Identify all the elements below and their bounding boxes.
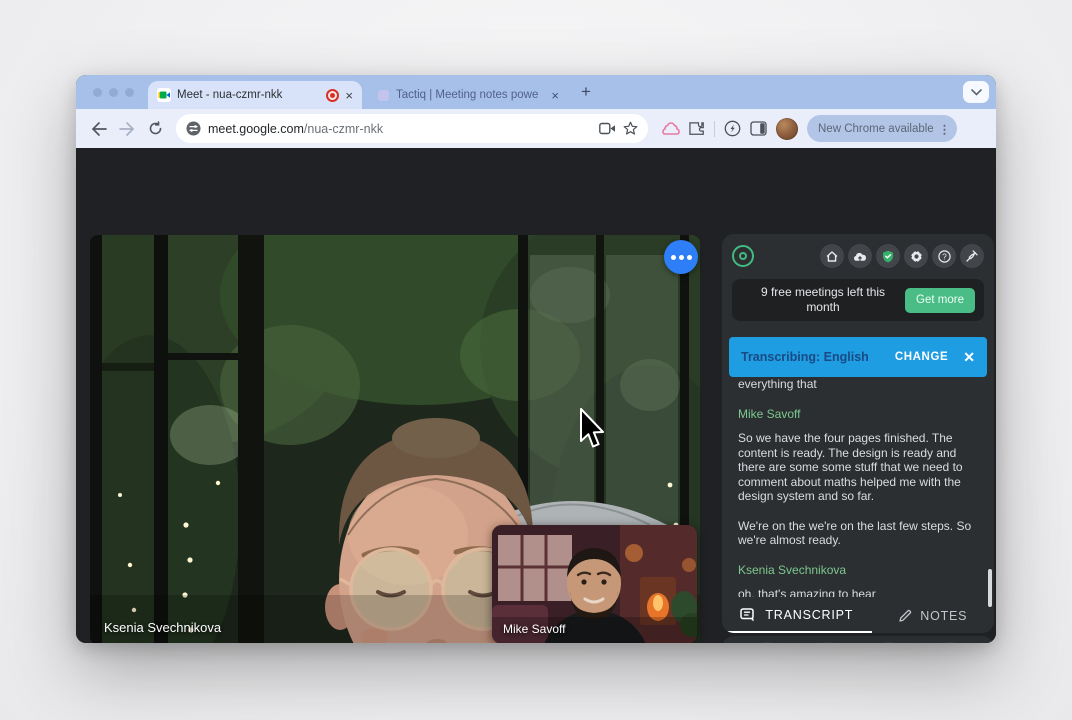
close-banner-icon[interactable]: ✕ (963, 349, 975, 366)
bookmark-star-icon[interactable] (623, 121, 638, 136)
browser-toolbar: meet.google.com/nua-czmr-nkk New Chrome … (76, 109, 996, 148)
reload-button[interactable] (142, 116, 168, 142)
tab-tactiq[interactable]: Tactiq | Meeting notes powe × (368, 81, 568, 109)
tactiq-logo-icon (732, 245, 754, 267)
transcribing-banner: Transcribing: English CHANGE ✕ (729, 337, 987, 377)
profile-avatar[interactable] (776, 118, 798, 140)
help-icon: ? (938, 250, 951, 263)
back-button[interactable] (86, 116, 112, 142)
participant-name-label: Ksenia Svechnikova (104, 620, 221, 635)
transcript-text: So we have the four pages finished. The … (738, 431, 978, 504)
tactiq-favicon-icon (377, 89, 390, 102)
change-language-button[interactable]: CHANGE (895, 351, 948, 363)
transcript-text: everything that (738, 377, 978, 392)
pin-panel-button[interactable] (960, 244, 984, 268)
svg-text:?: ? (942, 252, 947, 261)
traffic-light-zoom[interactable] (125, 88, 134, 97)
meet-page: Ksenia Svechnikova (76, 148, 996, 643)
shield-check-icon (882, 250, 894, 263)
forward-button[interactable] (114, 116, 140, 142)
transcript-chat-icon (740, 608, 757, 623)
share-button[interactable] (746, 642, 788, 643)
transcript-tab-label: TRANSCRIPT (765, 608, 853, 622)
transcript-speaker: Mike Savoff (738, 407, 978, 422)
pink-extension-icon[interactable] (662, 121, 680, 137)
update-pill-label: New Chrome available (818, 123, 934, 135)
recording-indicator-icon (326, 89, 339, 102)
transcript-text: oh, that's amazing to hear (738, 587, 978, 597)
tab-title: Tactiq | Meeting notes powe (396, 89, 545, 101)
transcript-speaker: Ksenia Svechnikova (738, 563, 978, 578)
reload-icon (148, 121, 163, 136)
chat-notification-bubble[interactable] (664, 240, 698, 274)
more-vertical-icon[interactable]: ⋮ (939, 122, 951, 136)
battery-saver-icon[interactable] (724, 120, 741, 137)
new-tab-button[interactable]: + (574, 80, 598, 104)
chevron-down-icon (971, 89, 982, 96)
chrome-update-pill[interactable]: New Chrome available ⋮ (807, 115, 957, 142)
meet-favicon-icon (157, 88, 171, 102)
tab-transcript[interactable]: TRANSCRIPT (722, 599, 872, 633)
tab-search-chevron-button[interactable] (963, 81, 989, 103)
home-button[interactable] (820, 244, 844, 268)
media-capture-icon[interactable] (599, 122, 616, 135)
tab-meet[interactable]: Meet - nua-czmr-nkk × (148, 81, 362, 109)
notes-tab-label: NOTES (920, 609, 967, 623)
transcript-text: We're on the we're on the last few steps… (738, 519, 978, 548)
forward-arrow-icon (119, 122, 135, 136)
tactiq-header: ? (722, 234, 994, 278)
desktop: Meet - nua-czmr-nkk × Tactiq | Meeting n… (0, 0, 1072, 720)
quota-text: 9 free meetings left this month (741, 285, 905, 315)
back-arrow-icon (91, 122, 107, 136)
gear-icon (910, 250, 923, 263)
transcribing-label: Transcribing: English (741, 350, 869, 364)
pip-video-tile[interactable]: Mike Savoff (492, 525, 697, 643)
url-text: meet.google.com/nua-czmr-nkk (208, 122, 383, 136)
extensions-area: New Chrome available ⋮ (662, 115, 957, 142)
transcript-list[interactable]: everything that Mike Savoff So we have t… (738, 377, 978, 597)
tab-close-icon[interactable]: × (551, 89, 559, 102)
get-more-button[interactable]: Get more (905, 288, 975, 313)
toolbar-divider (714, 121, 715, 137)
tab-title: Meet - nua-czmr-nkk (177, 89, 320, 101)
quota-card: 9 free meetings left this month Get more (732, 279, 984, 321)
settings-button[interactable] (904, 244, 928, 268)
cloud-upload-icon (853, 251, 867, 262)
tab-strip: Meet - nua-czmr-nkk × Tactiq | Meeting n… (76, 75, 996, 109)
privacy-button[interactable] (876, 244, 900, 268)
tactiq-panel: ? 9 free meetings left this month Get mo… (722, 234, 994, 633)
export-docs-button[interactable] (807, 642, 849, 643)
tab-notes[interactable]: NOTES (872, 599, 994, 633)
address-bar[interactable]: meet.google.com/nua-czmr-nkk (176, 114, 648, 143)
extensions-puzzle-icon[interactable] (689, 121, 705, 137)
notes-pencil-icon (898, 609, 912, 623)
tactiq-action-bar (722, 636, 994, 643)
site-settings-icon (186, 121, 201, 136)
browser-window: Meet - nua-czmr-nkk × Tactiq | Meeting n… (76, 75, 996, 643)
tactiq-tab-bar: TRANSCRIPT NOTES (722, 599, 994, 633)
home-icon (826, 251, 838, 262)
traffic-light-close[interactable] (93, 88, 102, 97)
pin-icon (966, 250, 978, 262)
pause-transcription-button[interactable] (929, 642, 971, 643)
traffic-light-minimize[interactable] (109, 88, 118, 97)
screenshot-button[interactable] (868, 642, 910, 643)
pip-name-label: Mike Savoff (503, 622, 565, 636)
side-panel-icon[interactable] (750, 121, 767, 136)
upload-button[interactable] (848, 244, 872, 268)
help-button[interactable]: ? (932, 244, 956, 268)
tab-close-icon[interactable]: × (345, 89, 353, 102)
